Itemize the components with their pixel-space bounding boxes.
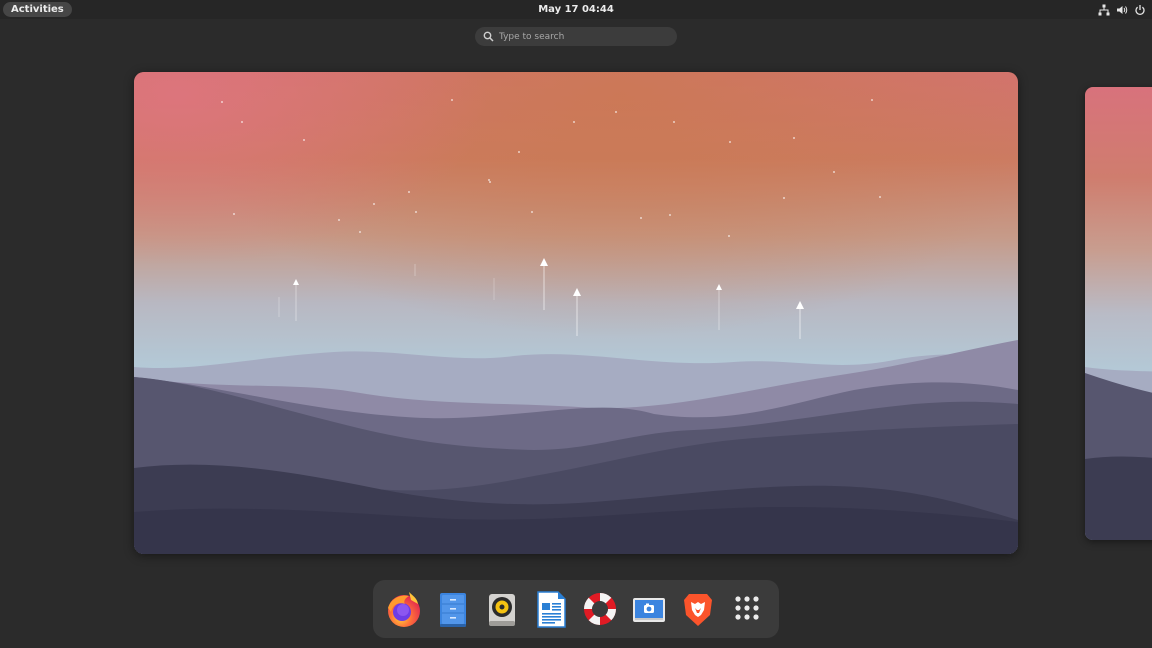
power-icon[interactable] [1134,4,1146,16]
dock-item-screenshot[interactable] [628,588,670,630]
system-tray[interactable] [1098,3,1146,16]
dock-item-show-apps[interactable] [726,588,768,630]
files-icon [440,593,466,627]
rhythmbox-icon [489,594,515,626]
screenshot-icon [633,598,665,622]
activities-button[interactable]: Activities [3,2,72,17]
search-input[interactable] [499,27,671,46]
volume-icon[interactable] [1116,4,1128,16]
search-bar[interactable] [475,27,677,46]
overview-screen: Activities May 17 04:44 [0,0,1152,648]
dock [373,580,779,638]
wallpaper [134,72,1018,554]
dock-item-libreoffice-writer[interactable] [530,588,572,630]
writer-icon [537,591,566,628]
dock-item-help[interactable] [579,588,621,630]
top-bar: Activities May 17 04:44 [0,0,1152,19]
workspace-thumbnail-next[interactable] [1085,87,1152,540]
dock-item-rhythmbox[interactable] [481,588,523,630]
wallpaper [1085,87,1152,540]
clock[interactable]: May 17 04:44 [526,2,626,17]
firefox-icon [388,592,420,627]
help-icon [584,593,616,625]
app-grid-icon [735,596,759,620]
brave-icon [684,594,712,626]
search-icon [483,31,494,42]
dock-item-brave[interactable] [677,588,719,630]
workspace-thumbnail-current[interactable] [134,72,1018,554]
network-icon[interactable] [1098,4,1110,16]
dock-item-firefox[interactable] [383,588,425,630]
dock-item-files[interactable] [432,588,474,630]
